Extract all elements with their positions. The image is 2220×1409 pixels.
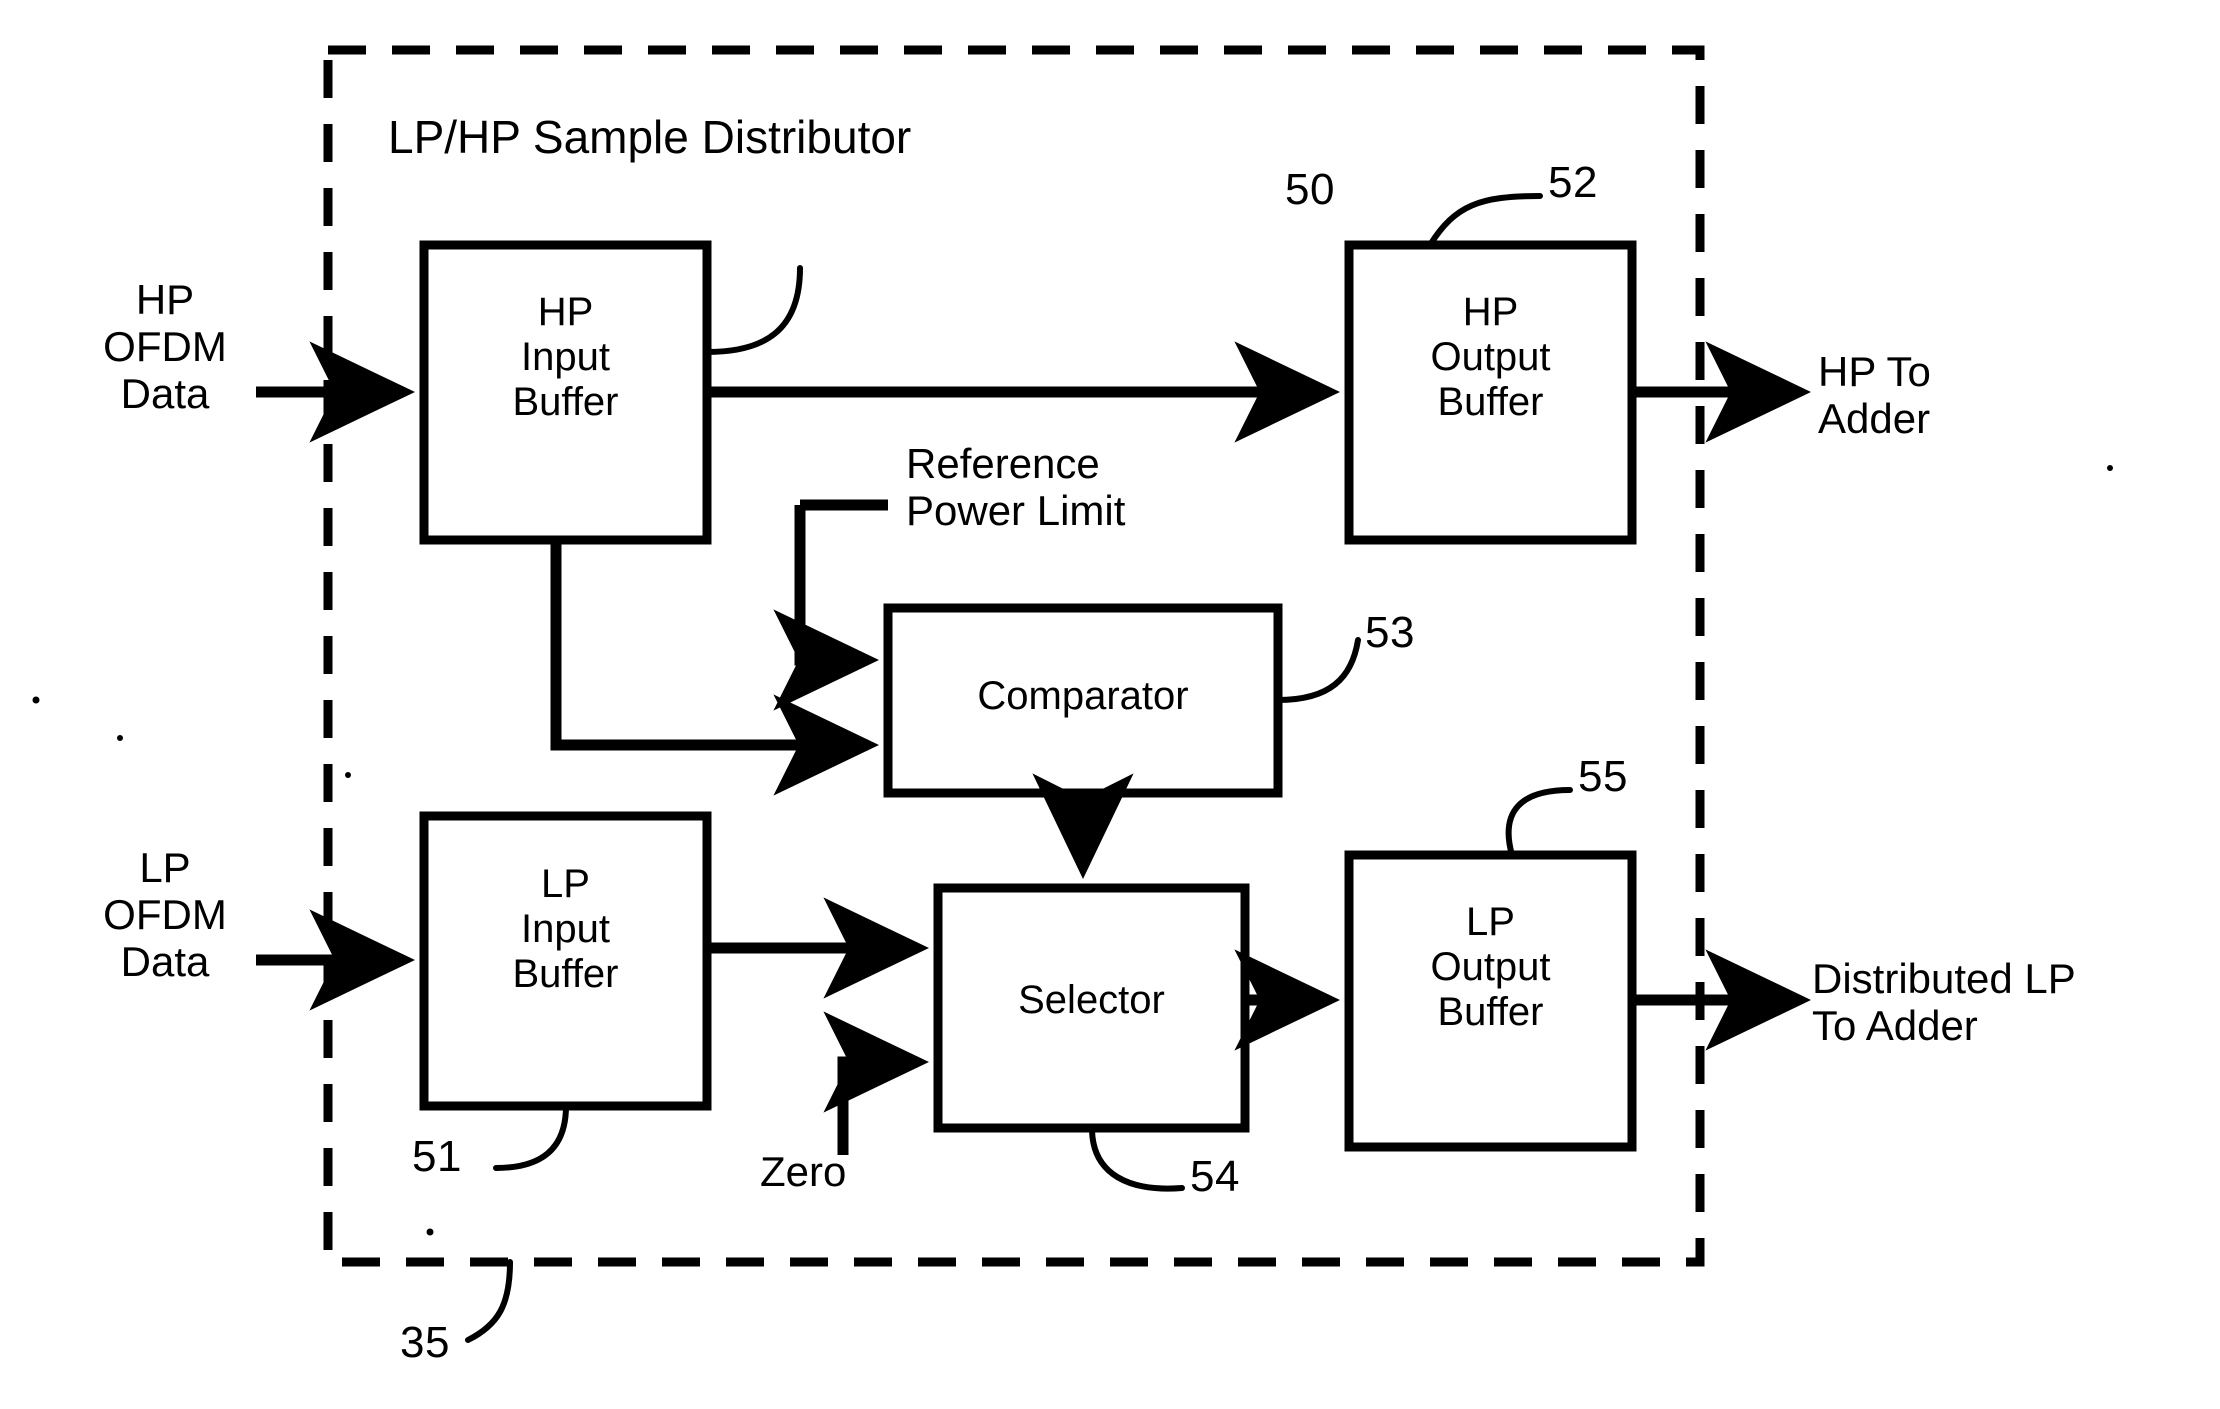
ref-numeral-35: 35 xyxy=(400,1318,450,1367)
ref-numeral-50: 50 xyxy=(1285,165,1335,214)
leader-55 xyxy=(1505,787,1573,858)
lp-output-sink-label: Distributed LP To Adder xyxy=(1812,955,2076,1050)
lp-output-buffer-rect xyxy=(1344,850,1637,1152)
leader-54 xyxy=(1089,1125,1185,1192)
arrow-zero-to-selector xyxy=(823,1011,930,1155)
block-outlines xyxy=(419,240,1637,1152)
arrow-hp-tap-to-comparator xyxy=(550,540,880,796)
ref-numeral-55: 55 xyxy=(1578,752,1628,801)
figure-canvas: LP/HP Sample Distributor HP Input Buffer… xyxy=(0,0,2220,1409)
leader-50 xyxy=(704,265,803,355)
block-diagram-svg xyxy=(32,45,2113,1343)
ref-numeral-54: 54 xyxy=(1190,1152,1240,1201)
hp-input-source-label: HP OFDM Data xyxy=(103,276,227,418)
ref-numeral-51: 51 xyxy=(412,1132,462,1181)
leader-52 xyxy=(1427,193,1543,248)
leader-35 xyxy=(465,1259,513,1343)
lp-input-source-label: LP OFDM Data xyxy=(103,844,227,986)
arrow-refpower-to-comparator xyxy=(773,505,880,711)
hp-output-sink-label: HP To Adder xyxy=(1818,348,1931,443)
lp-input-buffer-rect xyxy=(419,811,712,1111)
ref-numeral-53: 53 xyxy=(1365,608,1415,657)
hp-input-buffer-rect xyxy=(419,240,712,545)
hp-output-buffer-rect xyxy=(1344,240,1637,545)
ref-numeral-52: 52 xyxy=(1548,158,1598,207)
zero-input-label: Zero xyxy=(760,1148,847,1195)
leader-53 xyxy=(1275,637,1361,703)
selector-rect xyxy=(933,883,1250,1133)
figure-title: LP/HP Sample Distributor xyxy=(388,111,912,163)
reference-power-limit-label: Reference Power Limit xyxy=(906,440,1126,535)
comparator-rect xyxy=(883,603,1283,798)
leader-51 xyxy=(493,1103,569,1171)
